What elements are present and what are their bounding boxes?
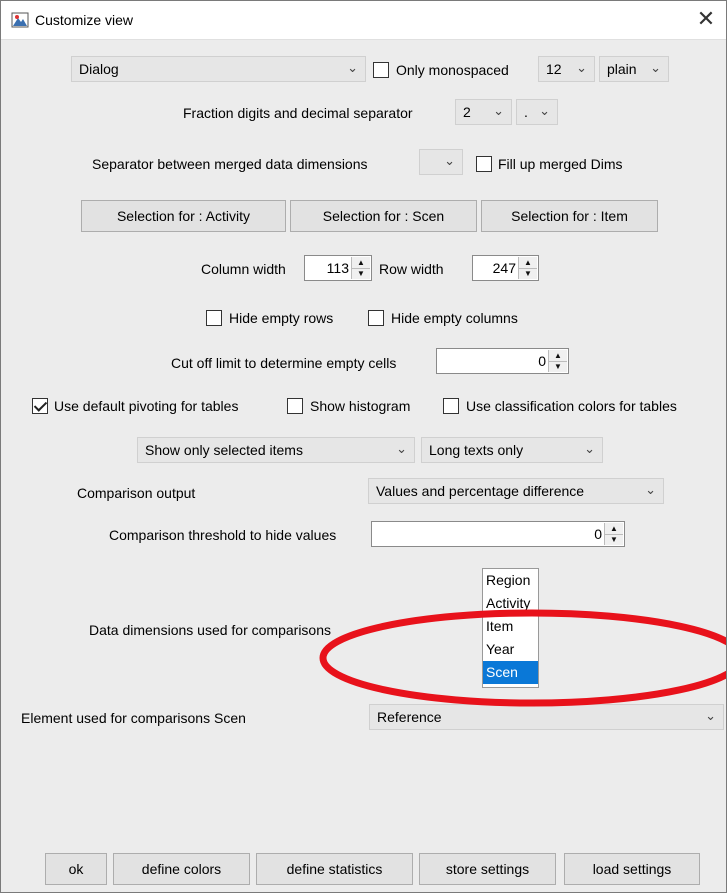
chevron-down-icon: ⌄: [539, 103, 550, 118]
font-size-value: 12: [546, 61, 562, 77]
chevron-down-icon: ⌄: [396, 441, 407, 456]
list-item[interactable]: Region: [483, 569, 538, 592]
row-width-value: 247: [492, 260, 516, 276]
row-width-spinner[interactable]: 247 ▲ ▼: [472, 255, 539, 281]
define-statistics-button[interactable]: define statistics: [256, 853, 413, 885]
chevron-down-icon: ⌄: [650, 60, 661, 75]
decimal-separator-select[interactable]: . ⌄: [516, 99, 558, 125]
hide-empty-columns-checkbox[interactable]: [368, 310, 384, 326]
merged-separator-select[interactable]: ⌄: [419, 149, 463, 175]
chevron-down-icon: ⌄: [645, 482, 656, 497]
show-histogram-label: Show histogram: [310, 398, 411, 414]
column-width-spinner[interactable]: 113 ▲ ▼: [304, 255, 372, 281]
element-used-value: Reference: [377, 709, 442, 725]
cut-off-limit-label: Cut off limit to determine empty cells: [171, 355, 397, 371]
store-settings-button[interactable]: store settings: [419, 853, 556, 885]
show-histogram-checkbox[interactable]: [287, 398, 303, 414]
chevron-down-icon: ⌄: [576, 60, 587, 75]
chevron-down-icon: ⌄: [493, 103, 504, 118]
long-texts-value: Long texts only: [429, 442, 524, 458]
spinner-arrows: ▲ ▼: [548, 350, 567, 372]
selection-item-button[interactable]: Selection for : Item: [481, 200, 658, 232]
comparison-output-value: Values and percentage difference: [376, 483, 585, 499]
selection-activity-button[interactable]: Selection for : Activity: [81, 200, 286, 232]
chevron-down-icon: ⌄: [444, 153, 455, 168]
column-width-value: 113: [326, 260, 349, 276]
long-texts-select[interactable]: Long texts only ⌄: [421, 437, 603, 463]
cut-off-limit-value: 0: [538, 353, 546, 369]
cut-off-limit-spinner[interactable]: 0 ▲ ▼: [436, 348, 569, 374]
font-style-value: plain: [607, 61, 637, 77]
font-size-select[interactable]: 12 ⌄: [538, 56, 595, 82]
spinner-down-icon[interactable]: ▼: [352, 268, 370, 279]
default-pivoting-checkbox[interactable]: [32, 398, 48, 414]
spinner-down-icon[interactable]: ▼: [549, 361, 567, 372]
element-used-label: Element used for comparisons Scen: [21, 710, 246, 726]
load-settings-button[interactable]: load settings: [564, 853, 700, 885]
decimal-separator-value: .: [524, 104, 528, 120]
fill-up-merged-dims-label: Fill up merged Dims: [498, 156, 623, 172]
app-icon: [11, 11, 29, 29]
chevron-down-icon: ⌄: [347, 60, 358, 75]
show-items-value: Show only selected items: [145, 442, 303, 458]
hide-empty-columns-label: Hide empty columns: [391, 310, 518, 326]
font-family-select[interactable]: Dialog ⌄: [71, 56, 366, 82]
default-pivoting-label: Use default pivoting for tables: [54, 398, 239, 414]
comparison-output-select[interactable]: Values and percentage difference ⌄: [368, 478, 664, 504]
spinner-arrows: ▲ ▼: [604, 523, 623, 545]
hide-empty-rows-label: Hide empty rows: [229, 310, 334, 326]
font-style-select[interactable]: plain ⌄: [599, 56, 669, 82]
comparison-threshold-spinner[interactable]: 0 ▲ ▼: [371, 521, 625, 547]
red-annotation-ellipse: [319, 609, 726, 707]
comparison-threshold-label: Comparison threshold to hide values: [109, 527, 337, 543]
only-monospaced-checkbox[interactable]: [373, 62, 389, 78]
classification-colors-checkbox[interactable]: [443, 398, 459, 414]
merged-separator-label: Separator between merged data dimensions: [92, 156, 368, 172]
classification-colors-label: Use classification colors for tables: [466, 398, 677, 414]
fraction-digits-value: 2: [463, 104, 471, 120]
only-monospaced-label: Only monospaced: [396, 62, 509, 78]
spinner-down-icon[interactable]: ▼: [605, 534, 623, 545]
spinner-arrows: ▲ ▼: [518, 257, 537, 279]
column-width-label: Column width: [201, 261, 286, 277]
hide-empty-rows-checkbox[interactable]: [206, 310, 222, 326]
font-family-value: Dialog: [79, 61, 119, 77]
fraction-digits-select[interactable]: 2 ⌄: [455, 99, 512, 125]
comparison-output-label: Comparison output: [77, 485, 196, 501]
selection-scen-button[interactable]: Selection for : Scen: [290, 200, 477, 232]
close-icon[interactable]: ✕: [692, 5, 720, 33]
row-width-label: Row width: [379, 261, 444, 277]
spinner-arrows: ▲ ▼: [351, 257, 370, 279]
customize-view-dialog: Customize view ✕ Dialog ⌄ Only monospace…: [0, 0, 727, 893]
chevron-down-icon: ⌄: [584, 441, 595, 456]
title-bar: Customize view ✕: [1, 1, 726, 40]
show-items-select[interactable]: Show only selected items ⌄: [137, 437, 415, 463]
fill-up-merged-dims-checkbox[interactable]: [476, 156, 492, 172]
fraction-digits-label: Fraction digits and decimal separator: [183, 105, 413, 121]
window-title: Customize view: [35, 12, 134, 28]
ok-button[interactable]: ok: [45, 853, 107, 885]
comparison-threshold-value: 0: [594, 526, 602, 542]
define-colors-button[interactable]: define colors: [113, 853, 250, 885]
comparison-dimensions-label: Data dimensions used for comparisons: [89, 622, 332, 638]
spinner-down-icon[interactable]: ▼: [519, 268, 537, 279]
